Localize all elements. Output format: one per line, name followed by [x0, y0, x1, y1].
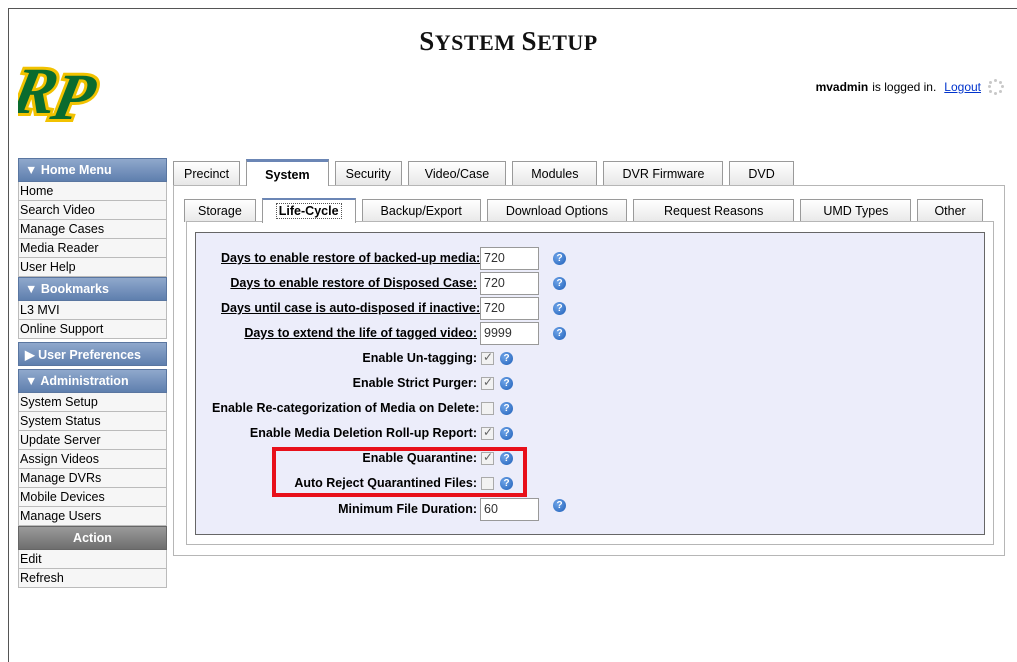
- system-subtabs: Storage Life-Cycle Backup/Export Downloa…: [184, 198, 989, 223]
- logged-in-text: is logged in.: [872, 80, 937, 94]
- sidebar-item-system-status[interactable]: System Status: [18, 412, 167, 431]
- auto-disposed-input[interactable]: [480, 296, 539, 320]
- main-tabs: Precinct System Security Video/Case Modu…: [173, 159, 800, 186]
- action-header: Action: [18, 526, 167, 550]
- extend-tagged-row: Days to extend the life of tagged video:…: [221, 321, 566, 345]
- tab-dvr-firmware[interactable]: DVR Firmware: [603, 161, 724, 186]
- user-status: mvadmin is logged in. Logout: [816, 79, 1004, 95]
- sidebar-item-home[interactable]: Home: [18, 182, 167, 201]
- restore-disposed-label: Days to enable restore of Disposed Case:: [230, 276, 477, 290]
- sidebar-item-online-support[interactable]: Online Support: [18, 320, 167, 339]
- restore-backed-up-label: Days to enable restore of backed-up medi…: [221, 251, 481, 265]
- min-duration-row: Minimum File Duration: ?: [221, 497, 566, 521]
- sidebar-item-search-video[interactable]: Search Video: [18, 201, 167, 220]
- user-preferences-header[interactable]: ▶ User Preferences: [18, 342, 167, 366]
- help-icon[interactable]: ?: [500, 376, 513, 390]
- help-icon[interactable]: ?: [553, 251, 566, 265]
- help-icon[interactable]: ?: [500, 351, 513, 365]
- subtab-backup-export[interactable]: Backup/Export: [361, 199, 481, 222]
- subtab-umd-types[interactable]: UMD Types: [800, 199, 912, 222]
- untagging-checkbox[interactable]: [481, 350, 494, 365]
- tab-dvd[interactable]: DVD: [729, 161, 794, 186]
- subtab-other[interactable]: Other: [917, 199, 983, 222]
- subtab-storage[interactable]: Storage: [184, 199, 256, 222]
- untagging-label: Enable Un-tagging:: [362, 351, 477, 365]
- auto-disposed-row: Days until case is auto-disposed if inac…: [221, 296, 566, 320]
- system-tab-panel: Storage Life-Cycle Backup/Export Downloa…: [173, 185, 1005, 556]
- home-menu-header[interactable]: ▼ Home Menu: [18, 158, 167, 182]
- recategorization-checkbox[interactable]: [481, 401, 494, 415]
- extend-tagged-label: Days to extend the life of tagged video:: [244, 326, 477, 340]
- sidebar-item-edit[interactable]: Edit: [18, 550, 167, 569]
- min-duration-label: Minimum File Duration:: [338, 502, 477, 516]
- help-icon[interactable]: ?: [500, 401, 513, 415]
- sidebar-item-manage-cases[interactable]: Manage Cases: [18, 220, 167, 239]
- sidebar-item-assign-videos[interactable]: Assign Videos: [18, 450, 167, 469]
- quarantine-highlight-box: [272, 447, 527, 497]
- strict-purger-label: Enable Strict Purger:: [352, 376, 477, 390]
- restore-disposed-row: Days to enable restore of Disposed Case:…: [221, 271, 566, 295]
- loading-spinner-icon: [988, 79, 1004, 95]
- extend-tagged-input[interactable]: [480, 321, 539, 345]
- sidebar-item-mobile-devices[interactable]: Mobile Devices: [18, 488, 167, 507]
- help-icon[interactable]: ?: [553, 276, 566, 290]
- logout-link[interactable]: Logout: [944, 80, 981, 94]
- sidebar-item-user-help[interactable]: User Help: [18, 258, 167, 277]
- subtab-request-reasons[interactable]: Request Reasons: [632, 199, 795, 222]
- sidebar-item-manage-dvrs[interactable]: Manage DVRs: [18, 469, 167, 488]
- bookmarks-header[interactable]: ▼ Bookmarks: [18, 277, 167, 301]
- sidebar-item-system-setup[interactable]: System Setup: [18, 393, 167, 412]
- sidebar-item-refresh[interactable]: Refresh: [18, 569, 167, 588]
- tab-modules[interactable]: Modules: [512, 161, 598, 186]
- sidebar: ▼ Home Menu Home Search Video Manage Cas…: [18, 158, 167, 588]
- rollup-report-row: Enable Media Deletion Roll-up Report: ?: [221, 421, 513, 445]
- sidebar-item-manage-users[interactable]: Manage Users: [18, 507, 167, 526]
- tab-precinct[interactable]: Precinct: [173, 161, 241, 186]
- subtab-life-cycle[interactable]: Life-Cycle: [261, 198, 356, 223]
- tab-video-case[interactable]: Video/Case: [407, 161, 507, 186]
- strict-purger-checkbox[interactable]: [481, 375, 494, 390]
- restore-backed-up-row: Days to enable restore of backed-up medi…: [221, 246, 566, 270]
- auto-disposed-label: Days until case is auto-disposed if inac…: [221, 301, 481, 315]
- administration-header[interactable]: ▼ Administration: [18, 369, 167, 393]
- recategorization-row: Enable Re-categorization of Media on Del…: [212, 396, 513, 420]
- page-title: SYSTEM SETUP: [419, 26, 598, 56]
- rollup-report-label: Enable Media Deletion Roll-up Report:: [249, 426, 477, 440]
- sidebar-item-update-server[interactable]: Update Server: [18, 431, 167, 450]
- min-duration-input[interactable]: [480, 497, 539, 521]
- help-icon[interactable]: ?: [553, 498, 566, 512]
- tab-security[interactable]: Security: [334, 161, 402, 186]
- username: mvadmin: [815, 80, 869, 94]
- restore-disposed-input[interactable]: [480, 271, 539, 295]
- help-icon[interactable]: ?: [500, 426, 513, 440]
- rollup-report-checkbox[interactable]: [481, 425, 494, 440]
- restore-backed-up-input[interactable]: [480, 246, 539, 270]
- sidebar-item-media-reader[interactable]: Media Reader: [18, 239, 167, 258]
- help-icon[interactable]: ?: [553, 301, 566, 315]
- subtab-download-options[interactable]: Download Options: [486, 199, 627, 222]
- tab-system[interactable]: System: [246, 159, 329, 186]
- help-icon[interactable]: ?: [553, 326, 566, 340]
- recategorization-label: Enable Re-categorization of Media on Del…: [212, 401, 480, 415]
- untagging-row: Enable Un-tagging: ?: [221, 346, 513, 370]
- strict-purger-row: Enable Strict Purger: ?: [221, 371, 513, 395]
- sidebar-item-l3-mvi[interactable]: L3 MVI: [18, 301, 167, 320]
